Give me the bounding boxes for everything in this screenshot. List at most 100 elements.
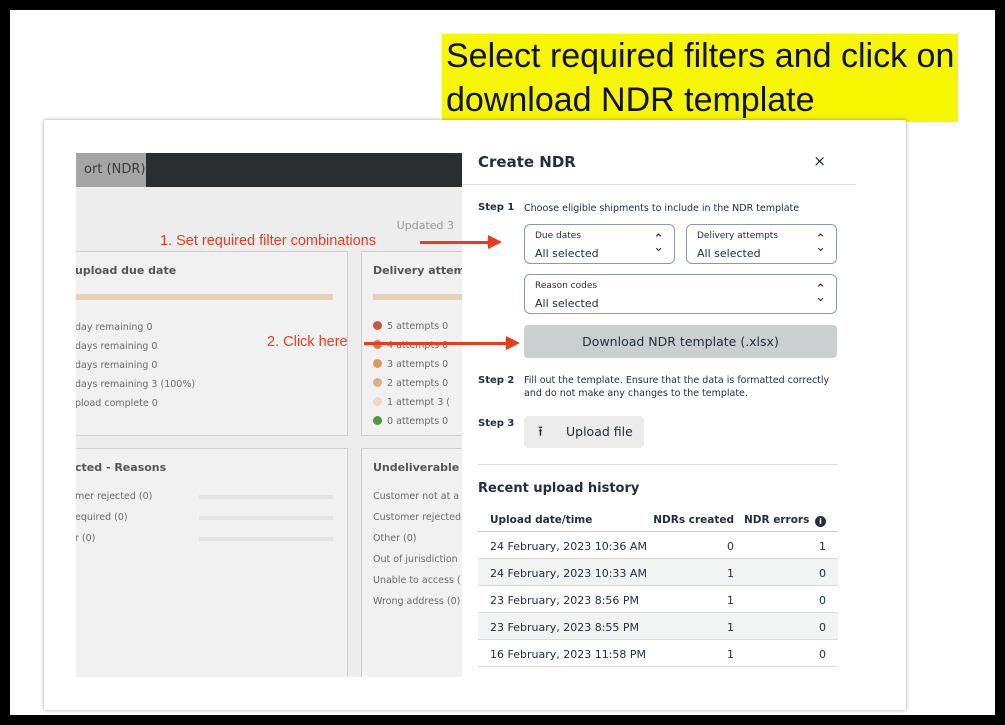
list-item: Other (0) (373, 533, 417, 544)
card-title: cted - Reasons (76, 461, 167, 474)
arrow-icon (420, 235, 502, 249)
cell-created: 1 (727, 567, 734, 580)
list-item: Customer rejected (373, 512, 462, 523)
history-title: Recent upload history (478, 481, 640, 496)
legend-label: 0 attempts 0 (387, 416, 449, 427)
step-2-text-line-1: Fill out the template. Ensure that the d… (524, 375, 830, 386)
cell-date: 23 February, 2023 8:56 PM (490, 594, 640, 607)
legend-label: 3 attempts 0 (387, 359, 449, 370)
chevron-up-down-icon: ⌃ ⌄ (815, 232, 826, 255)
instruction-callout: Select required filters and click on dow… (442, 34, 959, 122)
cell-created: 1 (727, 621, 734, 634)
col-errors: NDR errors i (744, 514, 826, 527)
select-value: All selected (535, 247, 599, 260)
dot-icon (373, 321, 382, 330)
legend-label: 2 attempts 0 (387, 378, 449, 389)
step-2-label: Step 2 (478, 375, 515, 386)
select-label: Reason codes (535, 281, 598, 291)
undeliverable-card: Undeliverable - Customer not at a Custom… (361, 448, 462, 677)
list-item: mer rejected (0) (76, 491, 153, 502)
close-icon[interactable]: × (813, 152, 826, 170)
info-icon[interactable]: i (815, 516, 826, 527)
annotation-1: 1. Set required filter combinations (160, 233, 376, 249)
legend-item: 0 attempts 0 (373, 416, 448, 427)
updated-label: Updated 3 (396, 219, 454, 232)
cell-errors: 0 (819, 648, 826, 661)
table-row: 23 February, 2023 8:56 PM 1 0 (478, 586, 838, 613)
delivery-attempts-select[interactable]: Delivery attempts All selected ⌃ ⌄ (686, 224, 837, 264)
cell-errors: 0 (819, 567, 826, 580)
download-ndr-template-button[interactable]: Download NDR template (.xlsx) (524, 325, 837, 358)
legend-item: 3 attempts 0 (373, 359, 448, 370)
progress-bar (373, 294, 462, 300)
table-row: 23 February, 2023 8:55 PM 1 0 (478, 613, 838, 640)
legend-item: 1 attempt 3 ( (373, 397, 450, 408)
select-label: Delivery attempts (697, 231, 779, 241)
list-item: equired (0) (76, 512, 128, 523)
col-created: NDRs created (653, 514, 734, 526)
list-item: Out of jurisdiction (373, 554, 458, 565)
reason-bar (199, 537, 333, 541)
list-item: day remaining 0 (76, 322, 153, 333)
cell-date: 23 February, 2023 8:55 PM (490, 621, 640, 634)
list-item: days remaining 0 (76, 341, 158, 352)
arrow-icon (364, 336, 520, 350)
list-item: pload complete 0 (76, 398, 158, 409)
cell-created: 1 (727, 594, 734, 607)
legend-item: 2 attempts 0 (373, 378, 448, 389)
list-item: days remaining 0 (76, 360, 158, 371)
cell-errors: 0 (819, 621, 826, 634)
progress-bar (76, 294, 333, 300)
list-item: Unable to access ( (373, 575, 461, 586)
callout-line-2: download NDR template (446, 78, 815, 122)
due-dates-select[interactable]: Due dates All selected ⌃ ⌄ (524, 224, 675, 264)
divider (478, 464, 838, 465)
upload-icon: ⭱ (538, 424, 543, 440)
upload-label: Upload file (566, 424, 633, 439)
divider (462, 184, 856, 185)
card-title: upload due date (76, 264, 177, 277)
cell-date: 24 February, 2023 10:36 AM (490, 540, 647, 553)
card-title: Delivery attemp (373, 264, 462, 277)
reason-bar (199, 495, 333, 499)
top-bar: ort (NDR) (76, 153, 462, 187)
page-tab[interactable]: ort (NDR) (76, 153, 146, 187)
panel-title: Create NDR (478, 153, 576, 171)
dimmed-dashboard: ort (NDR) Updated 3 upload due date day … (76, 153, 462, 677)
step-2-text-line-2: and do not make any changes to the templ… (524, 388, 748, 399)
dot-icon (373, 397, 382, 406)
upload-file-button[interactable]: ⭱ Upload file (524, 416, 644, 448)
legend-label: 5 attempts 0 (387, 321, 449, 332)
cell-date: 16 February, 2023 11:58 PM (490, 648, 647, 661)
legend-item: 5 attempts 0 (373, 321, 448, 332)
dot-icon (373, 378, 382, 387)
create-ndr-panel: Create NDR × Step 1 Choose eligible ship… (462, 138, 856, 710)
select-label: Due dates (535, 231, 582, 241)
reason-bar (199, 516, 333, 520)
list-item: Wrong address (0) (373, 596, 461, 607)
rejected-reasons-card: cted - Reasons mer rejected (0) equired … (76, 448, 348, 677)
list-item: Customer not at a (373, 491, 460, 502)
list-item: days remaining 3 (100%) (76, 379, 196, 390)
reason-codes-select[interactable]: Reason codes All selected ⌃ ⌄ (524, 274, 837, 314)
list-item: r (0) (76, 533, 96, 544)
dot-icon (373, 359, 382, 368)
chevron-up-down-icon: ⌃ ⌄ (653, 232, 664, 255)
cell-errors: 0 (819, 594, 826, 607)
step-3-label: Step 3 (478, 418, 515, 429)
col-errors-label: NDR errors (743, 514, 810, 526)
card-title: Undeliverable - (373, 461, 462, 474)
step-1-label: Step 1 (478, 202, 515, 213)
select-value: All selected (535, 297, 599, 310)
cell-created: 0 (727, 540, 734, 553)
chevron-up-down-icon: ⌃ ⌄ (815, 282, 826, 305)
dot-icon (373, 416, 382, 425)
select-value: All selected (697, 247, 761, 260)
cell-date: 24 February, 2023 10:33 AM (490, 567, 647, 580)
step-2-text: Fill out the template. Ensure that the d… (524, 374, 829, 400)
cell-created: 1 (727, 648, 734, 661)
annotation-2: 2. Click here (267, 334, 348, 350)
table-row: 24 February, 2023 10:33 AM 1 0 (478, 559, 838, 586)
col-date: Upload date/time (490, 514, 593, 526)
callout-line-1: Select required filters and click on (446, 34, 955, 78)
